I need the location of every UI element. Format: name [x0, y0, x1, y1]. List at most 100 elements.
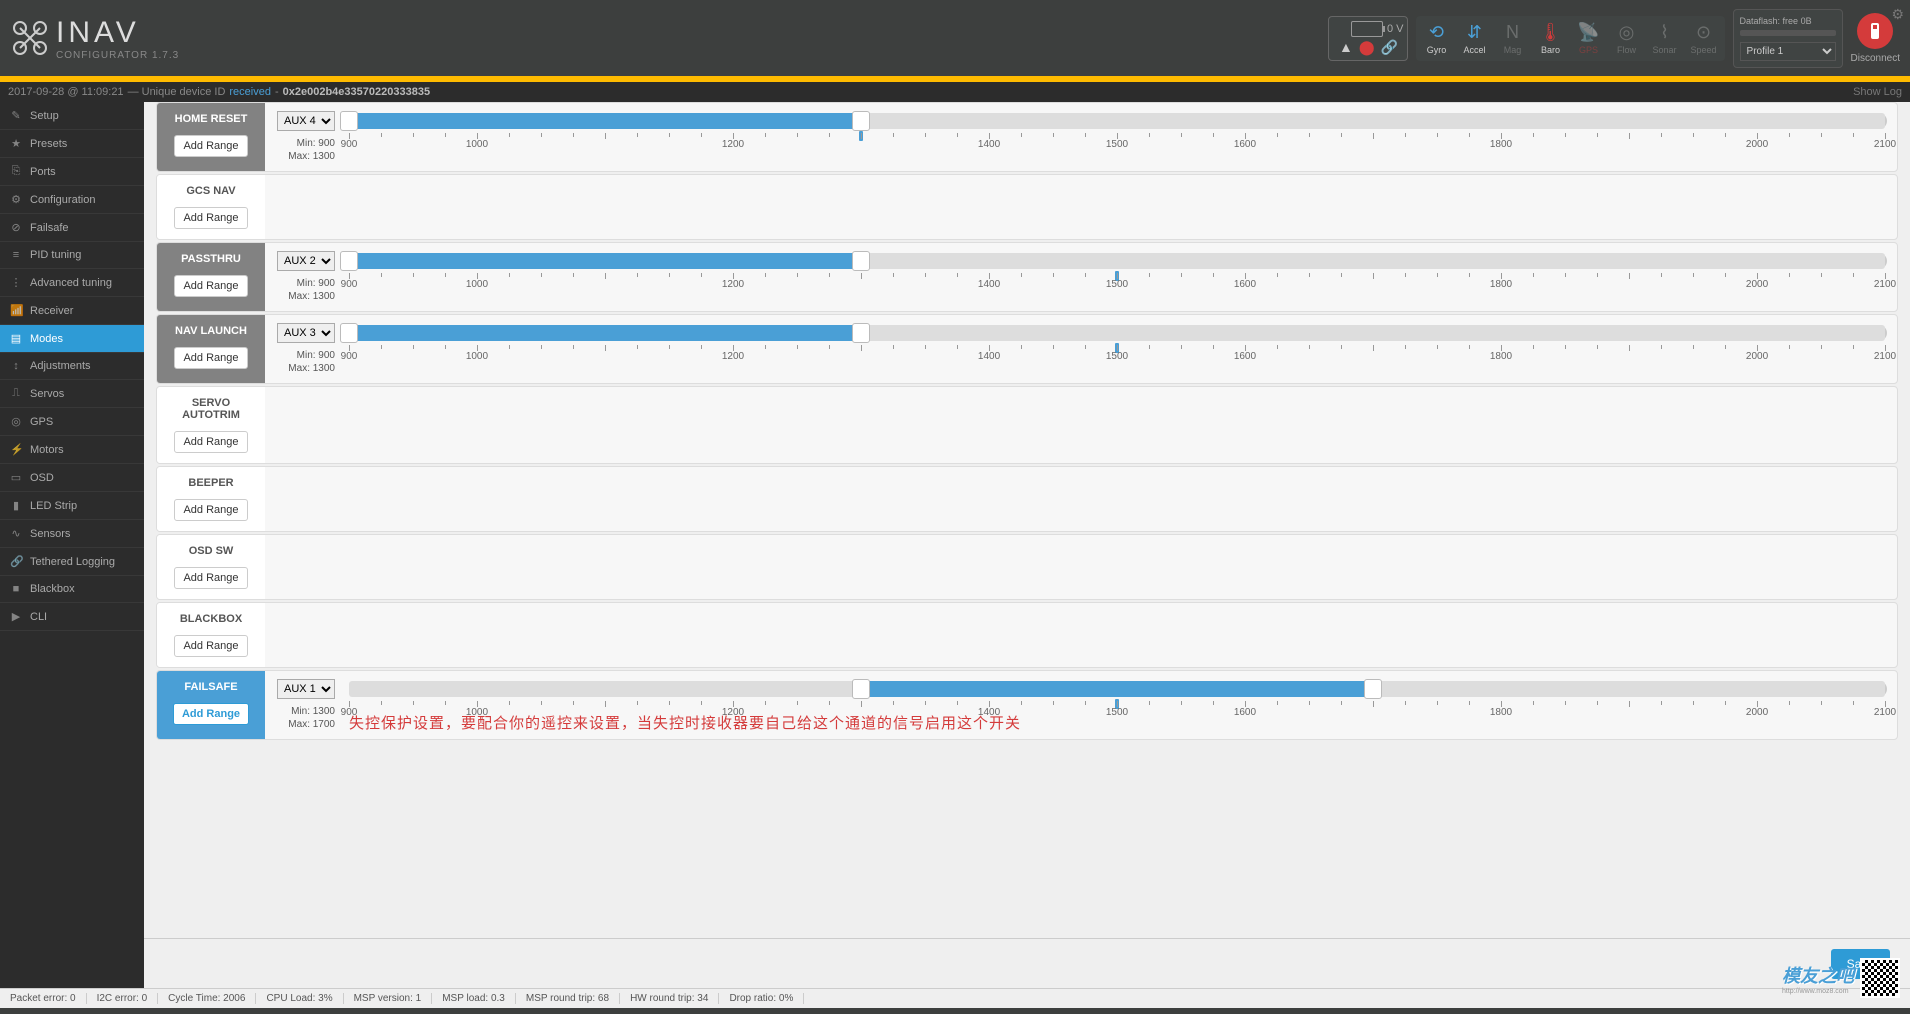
tick-label: 1800 [1490, 139, 1512, 150]
add-range-button[interactable]: Add Range [173, 703, 249, 725]
sidebar-item-gps[interactable]: ◎GPS [0, 408, 144, 436]
sidebar-item-modes[interactable]: ▤Modes [0, 325, 144, 353]
add-range-button[interactable]: Add Range [174, 275, 247, 297]
range-slider[interactable] [349, 325, 1885, 341]
device-id: 0x2e002b4e33570220333835 [283, 86, 430, 98]
sidebar-item-label: Receiver [30, 305, 73, 317]
tick-label: 1200 [722, 279, 744, 290]
slider-handle-low[interactable] [340, 251, 358, 271]
show-log-button[interactable]: Show Log [1853, 86, 1902, 98]
sidebar-item-adjustments[interactable]: ↕Adjustments [0, 353, 144, 380]
log-timestamp: 2017-09-28 @ 11:09:21 [8, 86, 124, 98]
gps-icon: 📡 [1577, 22, 1599, 43]
range-slider[interactable] [349, 113, 1885, 129]
slider-handle-high[interactable] [852, 251, 870, 271]
slider-handle-low[interactable] [340, 111, 358, 131]
sidebar-item-advanced-tuning[interactable]: ⋮Advanced tuning [0, 269, 144, 297]
sidebar-item-sensors[interactable]: ∿Sensors [0, 520, 144, 548]
sidebar-item-pid-tuning[interactable]: ≡PID tuning [0, 242, 144, 269]
mag-icon: N [1506, 22, 1519, 43]
log-bar: 2017-09-28 @ 11:09:21 — Unique device ID… [0, 82, 1910, 102]
range-min: Min: 900 [277, 349, 335, 362]
sidebar-icon: ⎍ [10, 387, 22, 400]
tick-label: 1600 [1234, 279, 1256, 290]
aux-select[interactable]: AUX 1 [277, 679, 335, 699]
sidebar-icon: ◎ [10, 415, 22, 428]
app-subtitle: CONFIGURATOR 1.7.3 [56, 50, 179, 61]
tick-label: 2000 [1746, 279, 1768, 290]
tick-label: 900 [341, 279, 358, 290]
mode-name: NAV LAUNCH [175, 325, 247, 337]
sidebar-item-servos[interactable]: ⎍Servos [0, 380, 144, 408]
slider-handle-high[interactable] [1364, 679, 1382, 699]
sidebar-icon: ⊘ [10, 221, 22, 234]
tick-label: 2000 [1746, 351, 1768, 362]
aux-select[interactable]: AUX 3 [277, 323, 335, 343]
tick-label: 2100 [1874, 351, 1896, 362]
add-range-button[interactable]: Add Range [174, 207, 247, 229]
sidebar-icon: ★ [10, 137, 22, 150]
add-range-button[interactable]: Add Range [174, 567, 247, 589]
flow-icon: ◎ [1619, 22, 1635, 43]
add-range-button[interactable]: Add Range [174, 347, 247, 369]
sidebar-item-failsafe[interactable]: ⊘ Failsafe [0, 214, 144, 242]
profile-select[interactable]: Profile 1 [1740, 42, 1836, 61]
mode-name: BEEPER [188, 477, 233, 489]
add-range-button[interactable]: Add Range [174, 135, 247, 157]
tick-label: 1500 [1106, 279, 1128, 290]
sidebar-item-label: PID tuning [30, 249, 81, 261]
app-name: INAV [56, 16, 179, 50]
sidebar-item-motors[interactable]: ⚡ Motors [0, 436, 144, 464]
mode-name: PASSTHRU [181, 253, 241, 265]
sidebar-icon: ▤ [10, 332, 22, 345]
sidebar-item-presets[interactable]: ★Presets [0, 130, 144, 158]
sidebar-item-osd[interactable]: ▭OSD [0, 464, 144, 492]
sidebar-icon: ⚡ [10, 443, 22, 456]
sidebar-item-label: Adjustments [30, 360, 91, 372]
mode-row-gcs-nav: GCS NAV Add Range [156, 174, 1898, 240]
sidebar-item-configuration[interactable]: ⚙Configuration [0, 186, 144, 214]
mode-name: HOME RESET [175, 113, 248, 125]
annotation-text: 失控保护设置，要配合你的遥控来设置，当失控时接收器要自己给这个通道的信号启用这个… [349, 712, 1021, 733]
sidebar-item-tethered-logging[interactable]: 🔗Tethered Logging [0, 548, 144, 576]
sidebar-icon: ⚙ [10, 193, 22, 206]
tick-label: 2100 [1874, 707, 1896, 718]
range-slider[interactable] [349, 253, 1885, 269]
settings-gear-icon[interactable]: ⚙ [1891, 6, 1904, 23]
range-slider[interactable] [349, 681, 1885, 697]
range-min: Min: 1300 [277, 705, 335, 718]
sidebar-item-label: Failsafe [30, 222, 69, 234]
sidebar-item-label: CLI [30, 611, 47, 623]
sidebar-icon: ▮ [10, 499, 22, 512]
sidebar-item-cli[interactable]: ▶CLI [0, 603, 144, 631]
sidebar-icon: ∿ [10, 527, 22, 540]
mode-name: OSD SW [189, 545, 234, 557]
add-range-button[interactable]: Add Range [174, 499, 247, 521]
add-range-button[interactable]: Add Range [174, 635, 247, 657]
aux-select[interactable]: AUX 4 [277, 111, 335, 131]
tick-label: 1400 [978, 279, 1000, 290]
sidebar-item-setup[interactable]: ✎Setup [0, 102, 144, 130]
tick-label: 1000 [466, 279, 488, 290]
sidebar-icon: 📶 [10, 304, 22, 317]
gyro-icon: ⟲ [1429, 22, 1444, 43]
app-logo: INAV CONFIGURATOR 1.7.3 [10, 16, 179, 61]
slider-handle-low[interactable] [340, 323, 358, 343]
tick-label: 1500 [1106, 707, 1128, 718]
slider-handle-high[interactable] [852, 323, 870, 343]
slider-handle-high[interactable] [852, 111, 870, 131]
sidebar-item-led-strip[interactable]: ▮LED Strip [0, 492, 144, 520]
baro-icon: 🌡 [1539, 22, 1562, 43]
sidebar-item-ports[interactable]: ⎘Ports [0, 158, 144, 186]
sidebar-item-label: OSD [30, 472, 54, 484]
sidebar-item-receiver[interactable]: 📶 Receiver [0, 297, 144, 325]
sidebar: ✎Setup★Presets⎘Ports⚙Configuration ⊘ Fails… [0, 102, 144, 988]
aux-select[interactable]: AUX 2 [277, 251, 335, 271]
mode-row-passthru: PASSTHRU Add Range × AUX 2 Min: 900Max: … [156, 242, 1898, 312]
slider-handle-low[interactable] [852, 679, 870, 699]
sidebar-item-blackbox[interactable]: ■Blackbox [0, 576, 144, 603]
tick-label: 1400 [978, 351, 1000, 362]
add-range-button[interactable]: Add Range [174, 431, 247, 453]
sidebar-item-label: Motors [30, 444, 64, 456]
range-max: Max: 1300 [277, 290, 335, 303]
